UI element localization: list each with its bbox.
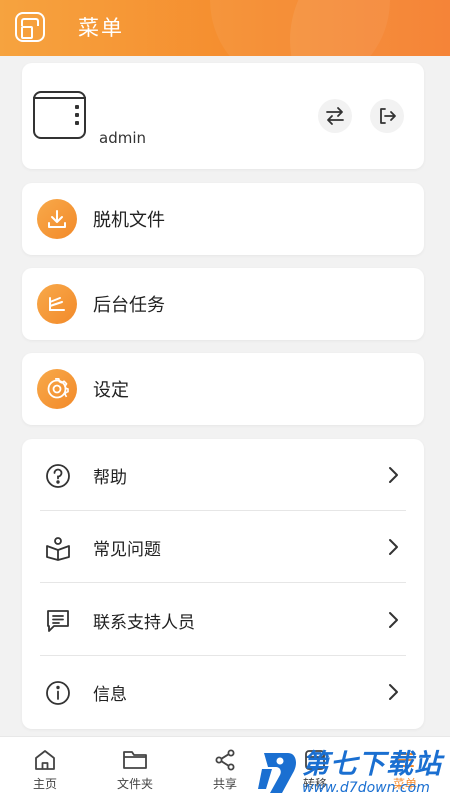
folder-icon <box>122 747 148 773</box>
offline-files-label: 脱机文件 <box>93 210 165 231</box>
username: admin <box>99 129 146 147</box>
info-icon <box>44 679 72 707</box>
share-icon <box>212 747 238 773</box>
tab-folder[interactable]: 文件夹 <box>90 737 180 800</box>
chevron-right-icon <box>389 612 398 628</box>
help-item[interactable]: 帮助 <box>22 439 424 511</box>
page-title: 菜单 <box>78 16 124 40</box>
nas-device-icon <box>33 91 86 139</box>
settings-label: 设定 <box>93 380 129 401</box>
faq-item[interactable]: 常见问题 <box>22 511 424 583</box>
chevron-right-icon <box>389 539 398 555</box>
help-card: 帮助 常见问题 联系支持人员 信息 <box>22 439 424 729</box>
info-item[interactable]: 信息 <box>22 656 424 728</box>
swap-arrows-icon <box>326 107 344 125</box>
header-decoration <box>210 0 390 56</box>
tab-share[interactable]: 共享 <box>180 737 270 800</box>
help-label: 帮助 <box>93 468 127 488</box>
background-tasks-item[interactable]: 后台任务 <box>22 268 424 340</box>
logout-button[interactable] <box>370 99 404 133</box>
tab-share-label: 共享 <box>212 777 237 791</box>
book-person-icon <box>44 534 72 562</box>
top-header: 菜单 <box>0 0 450 56</box>
tab-home[interactable]: 主页 <box>0 737 90 800</box>
logout-icon <box>380 108 396 124</box>
watermark-url: www.d7down.com <box>302 779 430 796</box>
account-card: admin <box>22 63 424 169</box>
chat-icon <box>44 607 72 635</box>
settings-item[interactable]: 设定 <box>22 353 424 425</box>
contact-support-item[interactable]: 联系支持人员 <box>22 584 424 656</box>
offline-files-item[interactable]: 脱机文件 <box>22 183 424 255</box>
question-icon <box>44 462 72 490</box>
switch-account-button[interactable] <box>318 99 352 133</box>
background-tasks-label: 后台任务 <box>93 295 165 316</box>
site-watermark: 第七下载站 www.d7down.com <box>258 745 450 800</box>
faq-label: 常见问题 <box>93 540 161 560</box>
tab-folder-label: 文件夹 <box>116 777 153 791</box>
watermark-logo-icon <box>258 749 298 797</box>
gear-icon <box>37 369 77 409</box>
download-icon <box>37 199 77 239</box>
watermark-name: 第七下载站 <box>302 748 442 780</box>
app-logo-icon <box>15 12 45 42</box>
chevron-right-icon <box>389 467 398 483</box>
home-icon <box>32 747 58 773</box>
chevron-right-icon <box>389 684 398 700</box>
divider <box>40 582 406 583</box>
tab-home-label: 主页 <box>32 777 57 791</box>
contact-support-label: 联系支持人员 <box>93 613 195 633</box>
info-label: 信息 <box>93 685 127 705</box>
stack-icon <box>37 284 77 324</box>
